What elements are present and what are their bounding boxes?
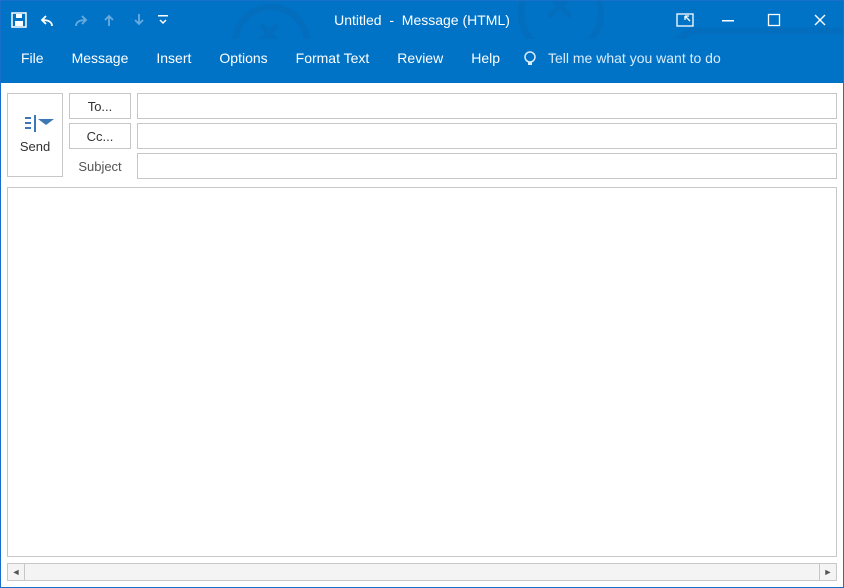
cc-input[interactable]	[137, 123, 837, 149]
compose-header: Send To... Cc... Subject	[1, 83, 843, 183]
body-container	[1, 183, 843, 561]
tab-review[interactable]: Review	[383, 39, 457, 77]
ribbon-tabs: File Message Insert Options Format Text …	[1, 39, 843, 83]
send-envelope-icon	[34, 116, 36, 131]
tab-options[interactable]: Options	[205, 39, 281, 77]
quick-access-toolbar	[1, 1, 173, 39]
send-button[interactable]: Send	[7, 93, 63, 177]
tab-help[interactable]: Help	[457, 39, 514, 77]
lightbulb-icon	[522, 50, 538, 66]
minimize-button[interactable]	[705, 1, 751, 39]
previous-item-icon	[95, 6, 123, 34]
tab-format-text[interactable]: Format Text	[282, 39, 384, 77]
scroll-track[interactable]	[25, 563, 819, 581]
window-controls	[665, 1, 843, 39]
tab-file[interactable]: File	[7, 39, 58, 77]
title-bar: Untitled - Message (HTML)	[1, 1, 843, 39]
message-body[interactable]	[7, 187, 837, 557]
tab-message[interactable]: Message	[58, 39, 143, 77]
save-icon[interactable]	[5, 6, 33, 34]
subject-input[interactable]	[137, 153, 837, 179]
maximize-button[interactable]	[751, 1, 797, 39]
to-button[interactable]: To...	[69, 93, 131, 119]
next-item-icon	[125, 6, 153, 34]
tab-insert[interactable]: Insert	[142, 39, 205, 77]
window-title: Untitled - Message (HTML)	[334, 12, 510, 28]
tell-me-label: Tell me what you want to do	[548, 50, 721, 66]
ribbon-display-options-icon[interactable]	[665, 1, 705, 39]
to-input[interactable]	[137, 93, 837, 119]
scroll-left-icon[interactable]: ◄	[7, 563, 25, 581]
send-label: Send	[20, 139, 50, 154]
subject-label: Subject	[69, 159, 131, 174]
close-button[interactable]	[797, 1, 843, 39]
customize-qat-icon[interactable]	[155, 6, 173, 34]
scroll-right-icon[interactable]: ►	[819, 563, 837, 581]
tell-me-search[interactable]: Tell me what you want to do	[522, 39, 837, 77]
undo-icon[interactable]	[35, 6, 63, 34]
redo-icon	[65, 6, 93, 34]
horizontal-scrollbar[interactable]: ◄ ►	[7, 563, 837, 581]
cc-button[interactable]: Cc...	[69, 123, 131, 149]
